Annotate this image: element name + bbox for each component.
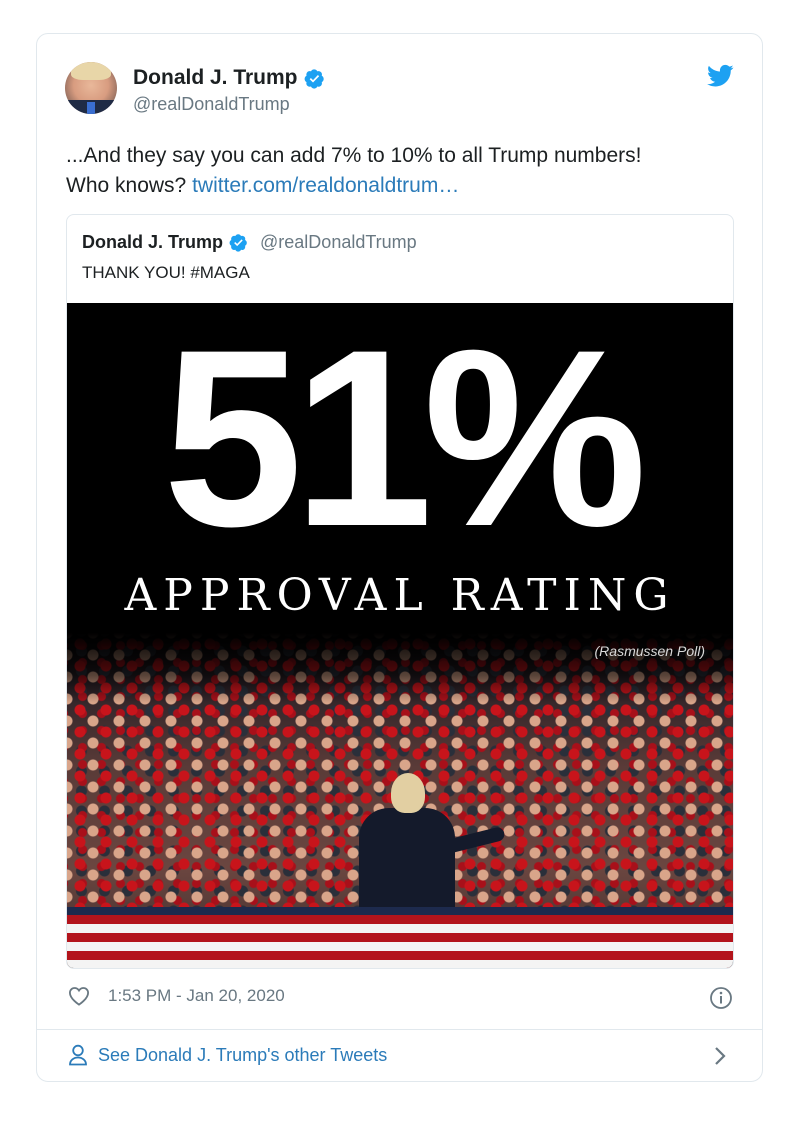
flag-bunting (67, 915, 733, 968)
quoted-media-image[interactable]: 51% APPROVAL RATING (Rasmussen Poll) (67, 303, 733, 968)
tweet-text-line-1: ...And they say you can add 7% to 10% to… (66, 144, 642, 167)
author-name-text[interactable]: Donald J. Trump (133, 66, 298, 90)
quoted-author-name[interactable]: Donald J. Trump (82, 232, 223, 253)
approval-caption: APPROVAL RATING (124, 570, 676, 621)
quoted-author-handle[interactable]: @realDonaldTrump (260, 232, 417, 253)
quoted-author[interactable]: Donald J. Trump @realDonaldTrump (82, 232, 417, 253)
author-avatar[interactable] (65, 62, 117, 114)
chevron-right-icon[interactable] (713, 1045, 727, 1067)
person-icon (69, 1044, 87, 1066)
twitter-bird-icon[interactable] (707, 64, 734, 88)
tweet-meta: 1:53 PM - Jan 20, 2020 (68, 986, 285, 1006)
verified-badge-icon (304, 68, 324, 89)
divider (37, 1029, 762, 1030)
quoted-text: THANK YOU! #MAGA (82, 263, 250, 282)
other-tweets-label[interactable]: See Donald J. Trump's other Tweets (98, 1045, 387, 1066)
heart-icon[interactable] (68, 986, 90, 1006)
info-icon[interactable] (709, 986, 733, 1010)
approval-number: 51% (162, 303, 647, 579)
author-handle[interactable]: @realDonaldTrump (133, 94, 290, 115)
tweet-link[interactable]: twitter.com/realdonaldtrum… (192, 174, 459, 197)
quoted-tweet[interactable]: Donald J. Trump @realDonaldTrump THANK Y… (66, 214, 734, 969)
poll-source-note: (Rasmussen Poll) (594, 643, 705, 659)
tweet-timestamp[interactable]: 1:53 PM - Jan 20, 2020 (108, 986, 285, 1006)
tweet-text: ...And they say you can add 7% to 10% to… (66, 141, 726, 201)
verified-badge-icon (229, 234, 247, 252)
tweet-text-line-2: Who knows? (66, 174, 187, 197)
author-name[interactable]: Donald J. Trump (133, 66, 325, 90)
other-tweets-link[interactable]: See Donald J. Trump's other Tweets (68, 1044, 387, 1066)
